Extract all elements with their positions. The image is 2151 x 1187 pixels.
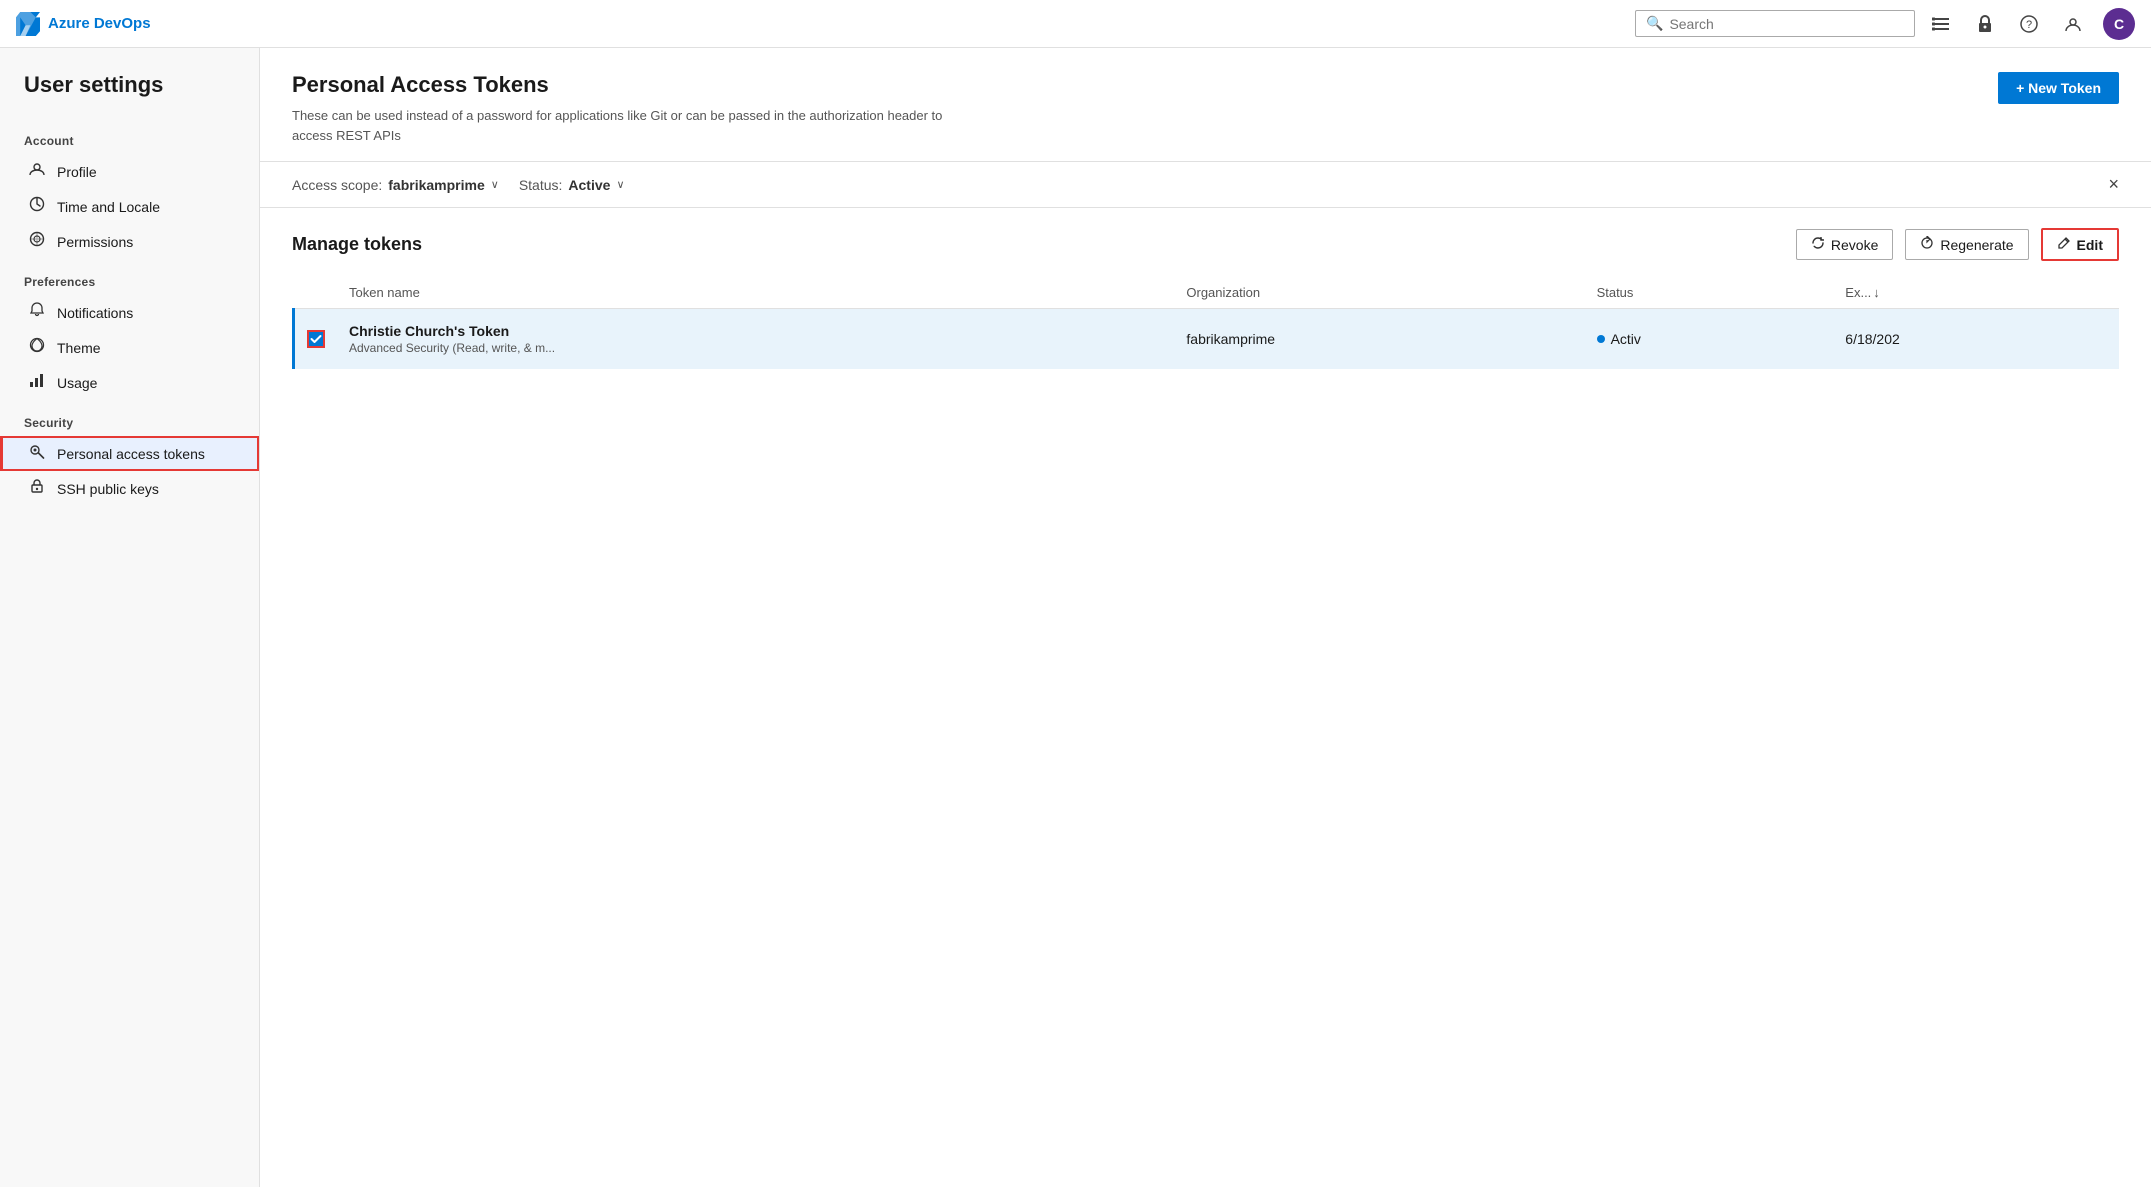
time-locale-icon xyxy=(27,196,47,217)
page-header-text: Personal Access Tokens These can be used… xyxy=(292,72,972,145)
svg-text:?: ? xyxy=(2026,19,2032,31)
manage-title: Manage tokens xyxy=(292,234,1784,255)
token-description: Advanced Security (Read, write, & m... xyxy=(349,341,1162,355)
regenerate-icon xyxy=(1920,236,1934,253)
sidebar-item-notifications[interactable]: Notifications xyxy=(0,295,259,330)
sidebar-item-notifications-label: Notifications xyxy=(57,305,133,321)
ssh-public-keys-icon xyxy=(27,478,47,499)
token-status: Activ xyxy=(1597,331,1822,347)
sidebar-section-security: Security xyxy=(0,400,259,436)
sidebar-item-theme-label: Theme xyxy=(57,340,101,356)
status-active-dot xyxy=(1597,335,1605,343)
scope-value: fabrikamprime xyxy=(388,177,484,193)
sidebar: User settings Account Profile Time and L… xyxy=(0,48,260,1187)
status-chevron-icon: ∨ xyxy=(616,178,624,191)
help-icon[interactable]: ? xyxy=(2015,10,2043,38)
sidebar-title: User settings xyxy=(0,72,259,118)
token-name-cell: Christie Church's Token Advanced Securit… xyxy=(337,309,1174,370)
scope-label: Access scope: xyxy=(292,177,382,193)
manage-section: Manage tokens Revoke Regenerate xyxy=(260,208,2151,389)
th-status: Status xyxy=(1585,277,1834,309)
lock-icon[interactable] xyxy=(1971,10,1999,38)
sidebar-item-ssh-public-keys-label: SSH public keys xyxy=(57,481,159,497)
revoke-button[interactable]: Revoke xyxy=(1796,229,1893,260)
token-status-cell: Activ xyxy=(1585,309,1834,370)
th-token-name: Token name xyxy=(337,277,1174,309)
sidebar-item-permissions[interactable]: Permissions xyxy=(0,224,259,259)
topnav-icons: ? C xyxy=(1927,8,2135,40)
edit-icon xyxy=(2057,236,2071,253)
sidebar-item-time-locale-label: Time and Locale xyxy=(57,199,160,215)
page-title: Personal Access Tokens xyxy=(292,72,972,98)
profile-icon xyxy=(27,161,47,182)
layout: User settings Account Profile Time and L… xyxy=(0,48,2151,1187)
theme-icon xyxy=(27,337,47,358)
status-text: Activ xyxy=(1611,331,1641,347)
search-icon: 🔍 xyxy=(1646,15,1663,32)
page-description: These can be used instead of a password … xyxy=(292,106,972,145)
th-expiry-label: Ex... xyxy=(1845,285,1871,300)
sidebar-item-permissions-label: Permissions xyxy=(57,234,133,250)
filter-bar: Access scope: fabrikamprime ∨ Status: Ac… xyxy=(260,162,2151,208)
search-box[interactable]: 🔍 xyxy=(1635,10,1915,37)
permissions-icon xyxy=(27,231,47,252)
token-table: Token name Organization Status Ex... ↓ xyxy=(292,277,2119,369)
token-org-cell: fabrikamprime xyxy=(1174,309,1584,370)
regenerate-label: Regenerate xyxy=(1940,237,2013,253)
revoke-icon xyxy=(1811,236,1825,253)
access-scope-filter[interactable]: Access scope: fabrikamprime ∨ xyxy=(292,177,499,193)
sidebar-item-personal-access-tokens[interactable]: Personal access tokens xyxy=(0,436,259,471)
logo[interactable]: Azure DevOps xyxy=(16,12,151,36)
sidebar-item-usage-label: Usage xyxy=(57,375,97,391)
sidebar-section-account: Account xyxy=(0,118,259,154)
table-row[interactable]: Christie Church's Token Advanced Securit… xyxy=(294,309,2120,370)
sidebar-item-usage[interactable]: Usage xyxy=(0,365,259,400)
edit-button[interactable]: Edit xyxy=(2041,228,2119,261)
user-avatar[interactable]: C xyxy=(2103,8,2135,40)
sort-desc-icon: ↓ xyxy=(1873,285,1880,300)
edit-label: Edit xyxy=(2077,237,2103,253)
page-header: Personal Access Tokens These can be used… xyxy=(260,48,2151,162)
notifications-icon xyxy=(27,302,47,323)
status-filter[interactable]: Status: Active ∨ xyxy=(519,177,625,193)
sidebar-item-personal-access-tokens-label: Personal access tokens xyxy=(57,446,205,462)
task-list-icon[interactable] xyxy=(1927,10,1955,38)
revoke-label: Revoke xyxy=(1831,237,1878,253)
regenerate-button[interactable]: Regenerate xyxy=(1905,229,2028,260)
token-name: Christie Church's Token xyxy=(349,323,1162,339)
table-header-row: Token name Organization Status Ex... ↓ xyxy=(294,277,2120,309)
account-settings-icon[interactable] xyxy=(2059,10,2087,38)
logo-text: Azure DevOps xyxy=(48,15,151,32)
usage-icon xyxy=(27,372,47,393)
new-token-button[interactable]: + New Token xyxy=(1998,72,2119,104)
th-organization: Organization xyxy=(1174,277,1584,309)
token-expiry-cell: 6/18/202 xyxy=(1833,309,2119,370)
token-checkbox[interactable] xyxy=(307,330,325,348)
main-content: Personal Access Tokens These can be used… xyxy=(260,48,2151,1187)
sidebar-item-profile[interactable]: Profile xyxy=(0,154,259,189)
th-checkbox xyxy=(294,277,338,309)
token-checkbox-cell[interactable] xyxy=(294,309,338,370)
th-expiry[interactable]: Ex... ↓ xyxy=(1833,277,2119,309)
sidebar-item-ssh-public-keys[interactable]: SSH public keys xyxy=(0,471,259,506)
search-input[interactable] xyxy=(1669,16,1904,32)
status-value: Active xyxy=(568,177,610,193)
filter-close-icon[interactable]: × xyxy=(2108,174,2119,195)
sidebar-item-theme[interactable]: Theme xyxy=(0,330,259,365)
status-label: Status: xyxy=(519,177,563,193)
scope-chevron-icon: ∨ xyxy=(491,178,499,191)
personal-access-tokens-icon xyxy=(27,443,47,464)
sidebar-item-profile-label: Profile xyxy=(57,164,97,180)
sidebar-item-time-locale[interactable]: Time and Locale xyxy=(0,189,259,224)
topnav: Azure DevOps 🔍 ? xyxy=(0,0,2151,48)
sidebar-section-preferences: Preferences xyxy=(0,259,259,295)
manage-header: Manage tokens Revoke Regenerate xyxy=(292,228,2119,261)
